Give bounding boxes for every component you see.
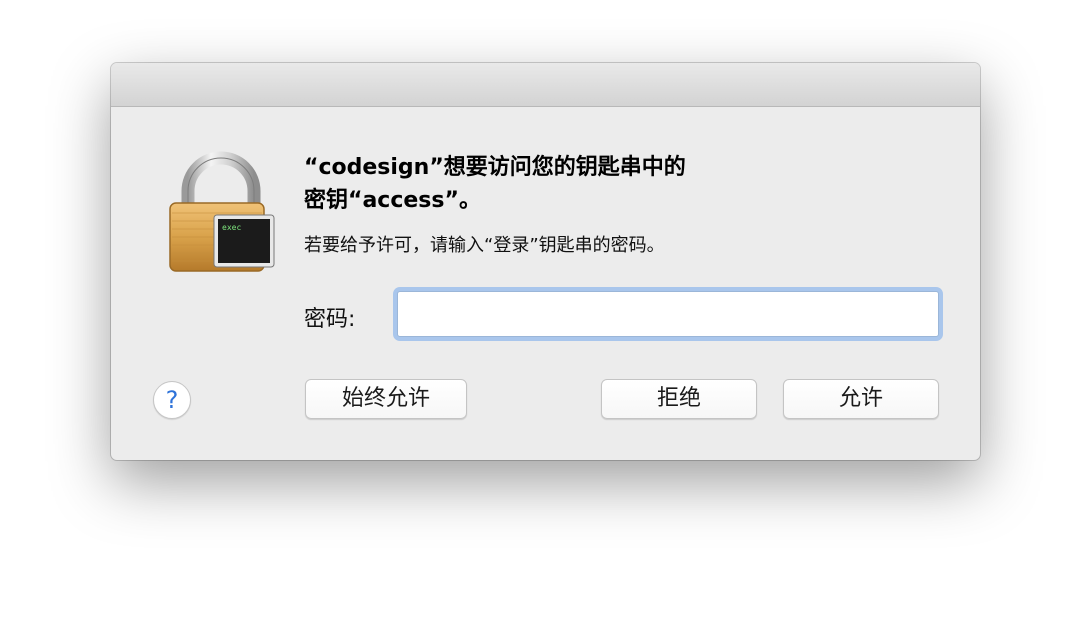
password-label: 密码: — [304, 307, 356, 332]
lock-exec-icon: exec — [169, 151, 275, 272]
always-allow-button[interactable]: 始终允许 — [305, 379, 467, 419]
help-button[interactable]: ? — [153, 381, 191, 419]
keychain-access-dialog: exec “codesign”想要访问您的钥匙串中的 密钥“access”。 若… — [111, 63, 980, 460]
title-bar[interactable] — [111, 63, 980, 107]
password-input[interactable] — [397, 291, 939, 337]
dialog-title-line1: “codesign”想要访问您的钥匙串中的 — [304, 155, 686, 180]
exec-icon-label: exec — [222, 223, 241, 232]
dialog-message: 若要给予许可，请输入“登录”钥匙串的密码。 — [304, 235, 665, 256]
deny-button[interactable]: 拒绝 — [601, 379, 757, 419]
dialog-title: “codesign”想要访问您的钥匙串中的 密钥“access”。 — [304, 151, 864, 217]
dialog-title-line2: 密钥“access”。 — [304, 188, 481, 213]
allow-button[interactable]: 允许 — [783, 379, 939, 419]
